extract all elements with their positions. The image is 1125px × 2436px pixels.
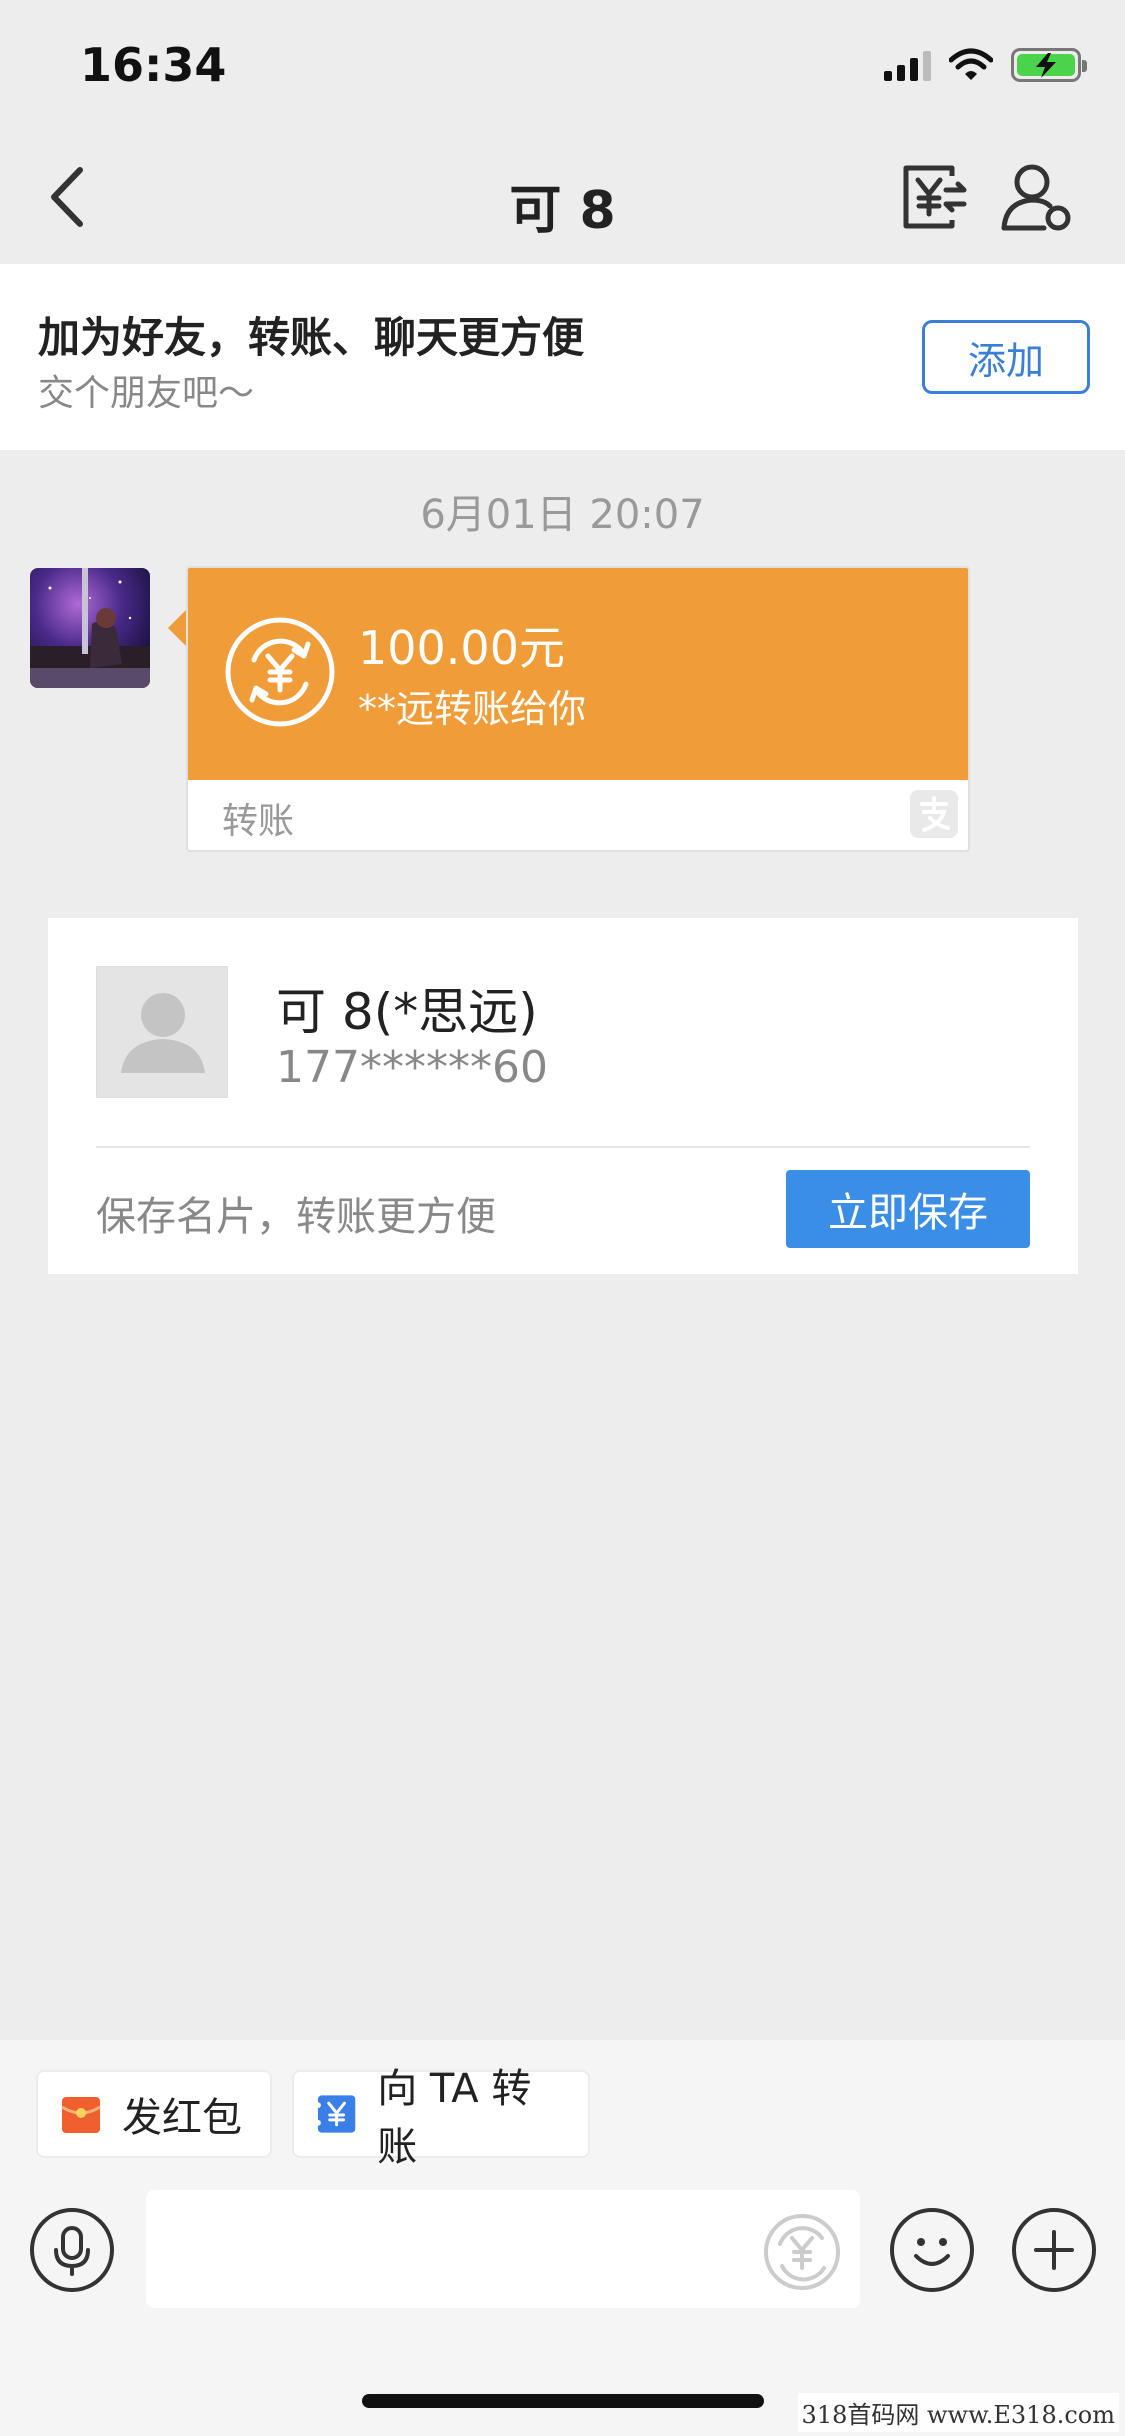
message-timestamp: 6月01日 20:07 bbox=[420, 492, 705, 538]
sender-avatar[interactable] bbox=[30, 568, 150, 688]
smiley-icon bbox=[914, 2238, 950, 2266]
red-packet-icon bbox=[61, 2097, 101, 2133]
voice-input-button[interactable] bbox=[30, 2208, 114, 2292]
status-bar: 16:34 bbox=[0, 0, 1125, 132]
divider bbox=[96, 1146, 1030, 1148]
transfer-to-ta-label: 向 TA 转账 bbox=[377, 2066, 532, 2170]
signal-icon bbox=[884, 49, 931, 81]
transfer-to-ta-button[interactable]: 向 TA 转账 bbox=[292, 2066, 590, 2170]
yuan-circle-icon bbox=[225, 617, 335, 727]
save-now-button[interactable]: 立即保存 bbox=[786, 1170, 1030, 1248]
nav-bar: 可 8 bbox=[0, 132, 1125, 264]
user-settings-icon[interactable] bbox=[1000, 160, 1074, 234]
add-friend-banner: 加为好友，转账、聊天更方便 交个朋友吧～ 添加 bbox=[0, 264, 1125, 450]
transfer-card-icon bbox=[314, 2095, 356, 2133]
send-red-packet-label: 发红包 bbox=[122, 2095, 242, 2141]
contact-name: 可 8(*思远) bbox=[276, 983, 538, 1041]
contact-card: 可 8(*思远) 177******60 保存名片，转账更方便 立即保存 bbox=[48, 918, 1078, 1274]
contact-avatar-placeholder bbox=[96, 966, 228, 1098]
alipay-logo-icon bbox=[910, 790, 958, 838]
transfer-message-card[interactable]: 100.00元 **远转账给你 转账 bbox=[186, 566, 970, 852]
save-card-hint: 保存名片，转账更方便 bbox=[96, 1194, 496, 1240]
bubble-arrow bbox=[168, 610, 186, 646]
transfer-description: **远转账给你 bbox=[358, 687, 587, 731]
message-input[interactable] bbox=[146, 2190, 860, 2308]
plus-icon bbox=[1034, 2230, 1074, 2270]
contact-phone: 177******60 bbox=[276, 1042, 548, 1093]
transfer-card-header: 100.00元 **远转账给你 bbox=[188, 568, 968, 780]
transfer-amount: 100.00元 bbox=[358, 621, 565, 675]
bottom-toolbar: 发红包 向 TA 转账 bbox=[0, 2040, 1125, 2436]
send-red-packet-button[interactable]: 发红包 bbox=[36, 2070, 272, 2158]
battery-icon bbox=[1011, 48, 1087, 82]
more-actions-button[interactable] bbox=[1012, 2208, 1096, 2292]
status-icons bbox=[884, 48, 1087, 82]
watermark: 318首码网 www.E318.com bbox=[797, 2393, 1119, 2432]
microphone-icon bbox=[54, 2226, 90, 2276]
add-friend-button[interactable]: 添加 bbox=[922, 320, 1090, 394]
wifi-icon bbox=[949, 48, 993, 80]
yuan-transfer-icon[interactable] bbox=[760, 2210, 844, 2294]
banner-title: 加为好友，转账、聊天更方便 bbox=[38, 313, 585, 362]
banner-subtitle: 交个朋友吧～ bbox=[38, 373, 255, 414]
status-time: 16:34 bbox=[80, 38, 227, 92]
yuan-transfer-icon[interactable] bbox=[900, 162, 970, 232]
transfer-label: 转账 bbox=[222, 801, 295, 842]
home-indicator bbox=[362, 2394, 764, 2408]
emoji-button[interactable] bbox=[890, 2208, 974, 2292]
